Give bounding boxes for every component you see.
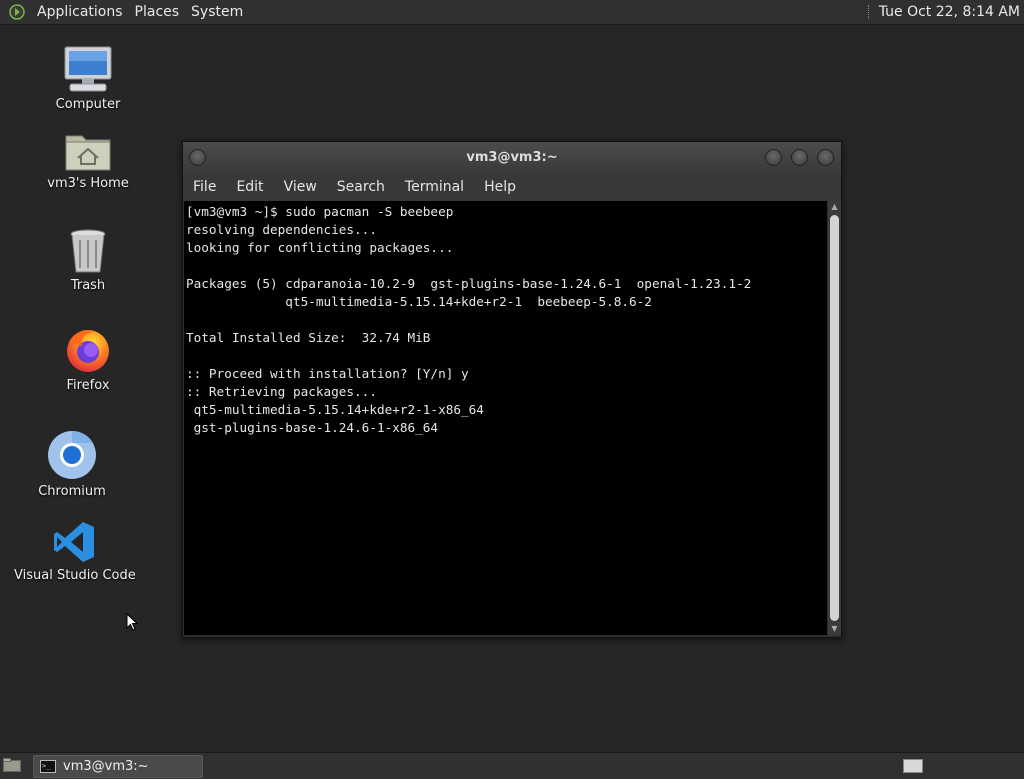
minimize-button[interactable] [765, 149, 782, 166]
mouse-cursor-icon [126, 613, 138, 631]
terminal-output: [vm3@vm3 ~]$ sudo pacman -S beebeep reso… [186, 204, 752, 435]
terminal-scrollbar[interactable]: ▲ ▼ [828, 201, 841, 635]
home-folder-icon [65, 135, 111, 171]
desktop-icon-vscode[interactable]: Visual Studio Code [14, 520, 136, 583]
menu-help[interactable]: Help [474, 179, 526, 195]
clock[interactable]: Tue Oct 22, 8:14 AM [879, 4, 1020, 20]
scrollbar-thumb[interactable] [830, 215, 839, 621]
terminal-output-area[interactable]: [vm3@vm3 ~]$ sudo pacman -S beebeep reso… [184, 201, 827, 635]
top-panel: Applications Places System Tue Oct 22, 8… [0, 0, 1024, 25]
desktop-icon-firefox[interactable]: Firefox [48, 326, 128, 393]
desktop-icon-chromium[interactable]: Chromium [32, 430, 112, 499]
menu-edit[interactable]: Edit [226, 179, 273, 195]
window-title: vm3@vm3:~ [466, 150, 558, 165]
terminal-menubar: File Edit View Search Terminal Help [183, 172, 841, 201]
window-titlebar[interactable]: vm3@vm3:~ [183, 142, 841, 172]
close-button[interactable] [817, 149, 834, 166]
menu-file[interactable]: File [183, 179, 226, 195]
desktop-icon-label: Chromium [38, 484, 106, 499]
menu-view[interactable]: View [274, 179, 327, 195]
firefox-icon [67, 330, 109, 372]
system-menu[interactable]: System [185, 4, 249, 20]
vscode-icon [54, 522, 94, 562]
applications-logo-icon[interactable] [9, 4, 25, 20]
desktop-icon-computer[interactable]: Computer [48, 45, 128, 112]
terminal-icon: >_ [40, 760, 56, 773]
places-menu[interactable]: Places [129, 4, 186, 20]
scroll-down-icon[interactable]: ▼ [828, 623, 841, 635]
panel-separator [867, 5, 871, 19]
show-desktop-icon[interactable] [3, 758, 21, 772]
applications-menu[interactable]: Applications [31, 4, 129, 20]
bottom-panel: >_ vm3@vm3:~ [0, 752, 1024, 779]
taskbar-button-terminal[interactable]: >_ vm3@vm3:~ [33, 755, 203, 778]
desktop-icon-trash[interactable]: Trash [48, 228, 128, 293]
computer-icon [64, 46, 112, 92]
terminal-window[interactable]: vm3@vm3:~ File Edit View Search Terminal… [182, 141, 842, 638]
maximize-button[interactable] [791, 149, 808, 166]
taskbar-button-label: vm3@vm3:~ [63, 759, 149, 774]
desktop-icon-label: Firefox [66, 378, 110, 393]
trash-icon [70, 229, 106, 273]
desktop-icon-label: Visual Studio Code [14, 568, 136, 583]
desktop-icon-home[interactable]: vm3's Home [43, 128, 133, 191]
desktop-icon-label: vm3's Home [47, 176, 129, 191]
chromium-icon [48, 430, 96, 479]
workspace-switcher[interactable] [903, 759, 923, 773]
desktop-icon-label: Trash [70, 278, 106, 293]
desktop-icon-label: Computer [55, 97, 121, 112]
scroll-up-icon[interactable]: ▲ [828, 201, 841, 213]
menu-terminal[interactable]: Terminal [395, 179, 474, 195]
menu-search[interactable]: Search [327, 179, 395, 195]
